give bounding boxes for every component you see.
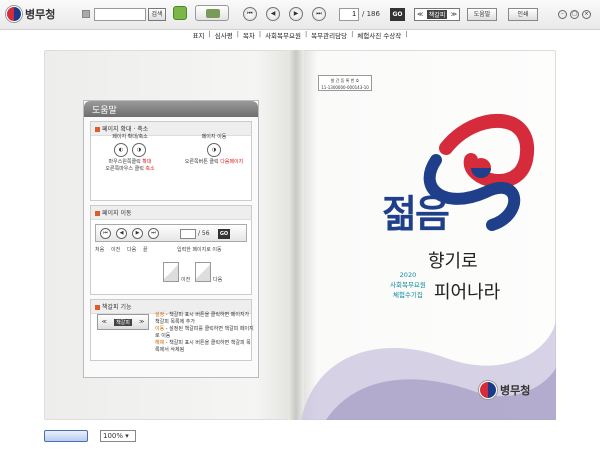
bookmark-help-section: 책갈피 기능 ≪ 책갈피 ≫ 설정 - 책갈피 표시 버튼을 클릭하면 페이지가 책… — [90, 299, 254, 361]
bookmark-next[interactable]: ≫ — [451, 11, 457, 18]
go-button[interactable]: GO — [390, 8, 405, 21]
cover-art — [301, 113, 556, 420]
next-icon: ▶ — [132, 228, 143, 239]
bullet-icon — [95, 211, 100, 216]
prev-icon: ◀ — [116, 228, 127, 239]
zoom-help-section: 페이지 확대 · 축소 페이지 확대/축소 ◐ ◑ 마우스왼쪽클릭 확대 오른쪽마… — [90, 121, 252, 201]
logo: 병무청 — [6, 6, 55, 22]
menu-item-contents[interactable]: 목차 — [243, 30, 255, 42]
next-page-button[interactable]: ▶ — [289, 7, 303, 21]
memo-icon[interactable] — [173, 6, 187, 20]
page-corner-prev-icon — [163, 262, 179, 282]
page-corner-next-icon — [195, 262, 211, 282]
bookmark-demo: ≪ 책갈피 ≫ — [97, 314, 149, 330]
restore-icon[interactable]: □ — [570, 10, 579, 19]
menu-item-photos[interactable]: 체험사진 수상작 — [357, 30, 401, 42]
emblem-icon — [479, 381, 497, 399]
menu-item-cover[interactable]: 표지 — [193, 30, 205, 42]
thumbnail-view-button[interactable] — [44, 430, 88, 442]
search-button[interactable]: 검색 — [148, 8, 166, 21]
bullet-icon — [95, 305, 100, 310]
cover-brand: 병무청 — [479, 381, 530, 399]
page-number-input[interactable] — [339, 8, 359, 21]
mouse-right-icon: ◑ — [132, 143, 146, 157]
menu-item-social-service[interactable]: 사회복무요원 — [265, 30, 301, 42]
last-icon: ⏭ — [148, 228, 159, 239]
cover-caption: 2020 사회복무요원 체험수기집 — [390, 271, 426, 299]
pin-icon[interactable] — [82, 10, 90, 18]
last-page-button[interactable]: ⏭ — [312, 7, 326, 21]
mouse-left-icon: ◐ — [114, 143, 128, 157]
move-help-section: 페이지 이동 ⏮ ◀ ▶ ⏭ / 56 GO 처음 이전 다음 끝 입력한 페이… — [90, 205, 252, 295]
bottom-bar: 100% ▾ — [0, 426, 600, 451]
menu-item-review[interactable]: 심사평 — [215, 30, 233, 42]
help-button[interactable]: 도움말 — [467, 8, 497, 21]
print-preview-icon[interactable] — [195, 5, 229, 21]
bookmark-prev[interactable]: ≪ — [417, 11, 423, 18]
cover-subtitle-2: 피어나라 — [434, 282, 501, 303]
top-toolbar: 병무청 검색 ⏮ ◀ ▶ ⏭ / 186 GO ≪ 책갈피 ≫ 도움말 인쇄 –… — [0, 0, 600, 30]
cover-subtitle-1: 향기로 — [428, 251, 478, 272]
menu-item-manager[interactable]: 복무관리담당 — [311, 30, 347, 42]
zoom-select[interactable]: 100% ▾ — [100, 430, 136, 442]
page-total: / 186 — [362, 10, 380, 18]
prev-page-button[interactable]: ◀ — [266, 7, 280, 21]
logo-text: 병무청 — [25, 8, 56, 21]
cover-title: 젊음 — [382, 191, 450, 236]
page-move-demo: ⏮ ◀ ▶ ⏭ / 56 GO — [95, 224, 247, 242]
bullet-icon — [95, 127, 100, 132]
first-page-button[interactable]: ⏮ — [243, 7, 257, 21]
mouse-right-icon: ◑ — [207, 143, 221, 157]
search-input[interactable] — [94, 8, 146, 21]
help-title: 도움말 — [84, 101, 258, 117]
chapter-menu: 표지 | 심사평 | 목차 | 사회복무요원 | 복무관리담당 | 체험사진 수… — [192, 30, 408, 42]
emblem-icon — [6, 6, 22, 22]
isbn-box: 발 간 등 록 번 호 11-1300000-000143-10 — [318, 75, 372, 91]
first-icon: ⏮ — [100, 228, 111, 239]
bookmark-label[interactable]: 책갈피 — [426, 10, 448, 19]
print-button[interactable]: 인쇄 — [508, 8, 538, 21]
close-icon[interactable]: × — [582, 10, 591, 19]
minimize-icon[interactable]: – — [558, 10, 567, 19]
bookmark-toggle[interactable]: ≪ 책갈피 ≫ — [414, 8, 460, 21]
help-panel: 도움말 페이지 확대 · 축소 페이지 확대/축소 ◐ ◑ 마우스왼쪽클릭 확대 … — [83, 100, 259, 378]
